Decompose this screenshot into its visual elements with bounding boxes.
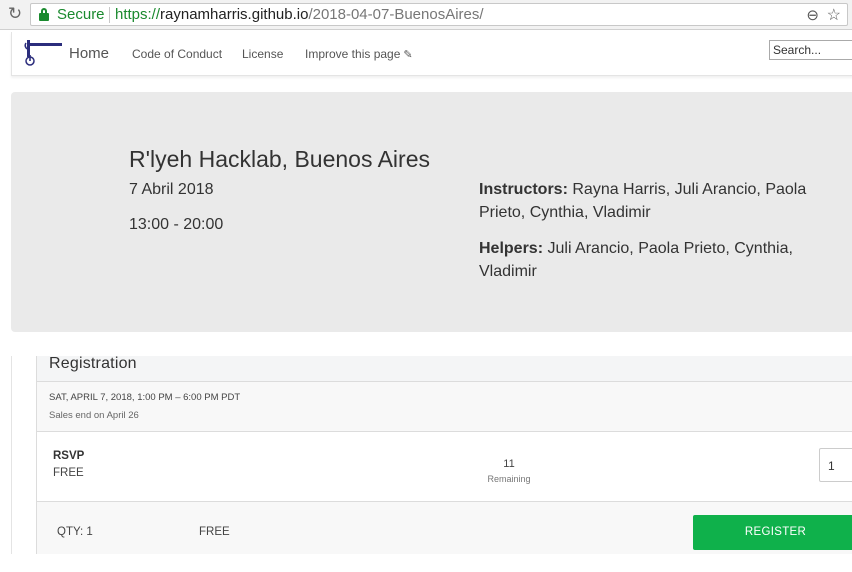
url-text[interactable]: https://raynamharris.github.io/2018-04-0…: [115, 6, 484, 23]
nav-improve-page-link[interactable]: Improve this page ✎: [305, 47, 413, 61]
remaining-label: Remaining: [487, 474, 531, 484]
ticket-price: FREE: [53, 467, 84, 479]
event-details: SAT, APRIL 7, 2018, 1:00 PM – 6:00 PM PD…: [36, 382, 852, 432]
nav-code-of-conduct-link[interactable]: Code of Conduct: [132, 47, 222, 61]
registration-footer: QTY: 1 FREE REGISTER: [36, 502, 852, 554]
order-total: FREE: [199, 526, 230, 538]
helpers-list: Helpers: Juli Arancio, Paola Prieto, Cyn…: [479, 237, 819, 283]
workshop-banner: R'lyeh Hacklab, Buenos Aires 7 Abril 201…: [11, 92, 852, 332]
registration-title: Registration: [49, 355, 137, 372]
zoom-icon[interactable]: ⊖: [806, 6, 819, 24]
site-navbar: Home Code of Conduct License Improve thi…: [11, 32, 852, 76]
nav-license-link[interactable]: License: [242, 47, 283, 61]
workshop-title: R'lyeh Hacklab, Buenos Aires: [129, 146, 430, 172]
ticket-name: RSVP: [53, 450, 85, 462]
browser-toolbar: ↻ Secure https://raynamharris.github.io/…: [0, 0, 852, 30]
instructors-list: Instructors: Rayna Harris, Juli Arancio,…: [479, 178, 819, 224]
address-divider: [109, 7, 110, 23]
registration-widget: Registration SAT, APRIL 7, 2018, 1:00 PM…: [11, 355, 852, 554]
order-quantity: QTY: 1: [57, 526, 93, 538]
registration-header: Registration: [36, 355, 852, 382]
secure-label: Secure: [57, 6, 105, 23]
remaining-count: 11: [503, 458, 515, 470]
pencil-icon: ✎: [403, 49, 413, 61]
ticket-row: RSVP FREE 11 Remaining 1: [36, 432, 852, 502]
search-input[interactable]: [769, 40, 852, 60]
helpers-label: Helpers:: [479, 240, 544, 257]
instructors-label: Instructors:: [479, 181, 568, 198]
url-host: raynamharris.github.io: [160, 6, 309, 23]
star-icon[interactable]: ☆: [827, 5, 841, 25]
address-bar[interactable]: Secure https://raynamharris.github.io/20…: [30, 3, 848, 26]
url-scheme: https://: [115, 6, 161, 23]
workshop-time: 13:00 - 20:00: [129, 216, 224, 233]
event-date: SAT, APRIL 7, 2018, 1:00 PM – 6:00 PM PD…: [49, 392, 241, 403]
improve-page-label: Improve this page: [305, 47, 401, 61]
carpentries-logo-icon[interactable]: [24, 37, 64, 69]
nav-home-link[interactable]: Home: [69, 45, 109, 62]
url-path: /2018-04-07-BuenosAires/: [308, 6, 484, 23]
quantity-select[interactable]: 1: [819, 448, 852, 482]
lock-icon: [39, 8, 49, 21]
register-button[interactable]: REGISTER: [693, 515, 852, 550]
workshop-date: 7 Abril 2018: [129, 181, 214, 198]
reload-icon[interactable]: ↻: [6, 5, 24, 23]
sales-end-note: Sales end on April 26: [49, 410, 139, 421]
